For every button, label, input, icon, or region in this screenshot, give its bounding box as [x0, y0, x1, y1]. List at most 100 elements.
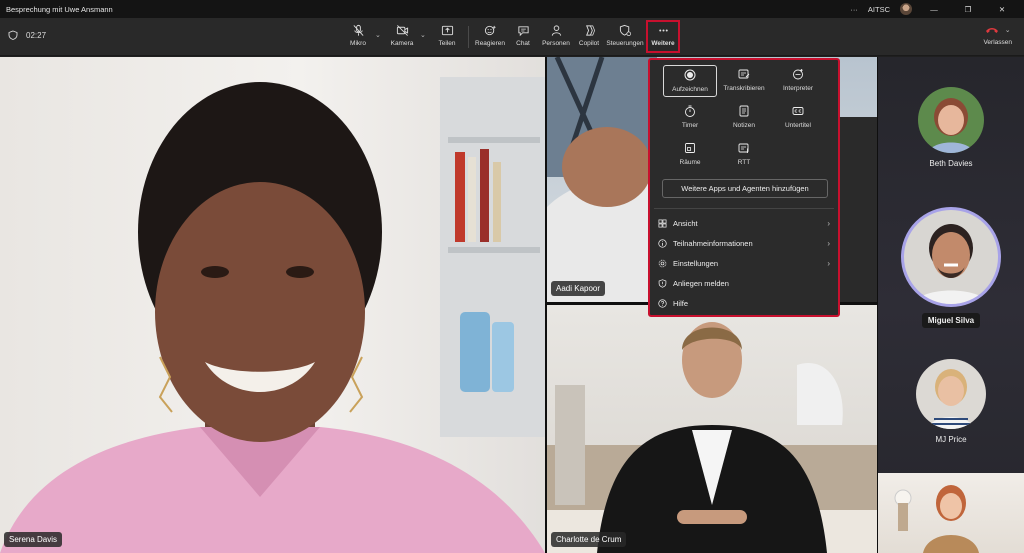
info-icon: [658, 238, 667, 248]
menu-item-rtt[interactable]: RTT: [717, 139, 771, 171]
camera-off-icon: [396, 25, 408, 36]
mic-label: Mikro: [350, 40, 366, 47]
chat-button[interactable]: Chat: [506, 21, 540, 53]
record-icon: [684, 69, 696, 81]
menu-item-rooms[interactable]: Räume: [663, 139, 717, 171]
react-label: Reagieren: [475, 40, 505, 47]
share-button[interactable]: Teilen: [430, 21, 464, 53]
rail-person-beth[interactable]: Beth Davies: [878, 87, 1024, 168]
controls-label: Steuerungen: [606, 40, 644, 47]
chat-bubble-icon: [517, 26, 529, 37]
menu-item-label: Untertitel: [784, 122, 811, 129]
copilot-icon: [585, 25, 595, 36]
timer-icon: [685, 105, 695, 117]
copilot-label: Copilot: [578, 40, 600, 47]
menu-row-info[interactable]: Teilnahmeinformationen ›: [658, 234, 830, 252]
menu-row-view[interactable]: Ansicht ›: [658, 214, 830, 232]
menu-row-settings[interactable]: Einstellungen ›: [658, 254, 830, 272]
mic-button[interactable]: Mikro: [341, 21, 375, 53]
org-label: AITSC: [867, 4, 890, 14]
rooms-icon: [685, 143, 695, 153]
react-button[interactable]: Reagieren: [473, 21, 507, 53]
more-options-icon[interactable]: ···: [850, 5, 858, 14]
title-bar: Besprechung mit Uwe Ansmann ··· AITSC — …: [0, 0, 1024, 18]
elapsed-time: 02:27: [26, 30, 47, 40]
add-apps-button[interactable]: Weitere Apps und Agenten hinzufügen: [662, 179, 828, 198]
minimize-icon[interactable]: —: [922, 5, 946, 14]
rtt-icon: [738, 143, 749, 153]
main-video-tile[interactable]: Serena Davis: [0, 57, 545, 553]
rail-name-miguel: Miguel Silva: [921, 313, 981, 328]
shield-icon: [8, 30, 18, 40]
people-label: Personen: [542, 40, 570, 47]
beth-photo: [928, 98, 974, 153]
menu-item-timer[interactable]: Timer: [663, 102, 717, 134]
camera-label: Kamera: [390, 40, 414, 47]
close-icon[interactable]: ✕: [990, 5, 1014, 14]
interpreter-icon: [793, 69, 803, 80]
report-shield-icon: [658, 278, 667, 288]
menu-row-report[interactable]: Anliegen melden: [658, 274, 830, 292]
menu-item-transcribe[interactable]: Transkribieren: [717, 65, 771, 97]
leave-button[interactable]: ⌄ Verlassen: [983, 24, 1012, 46]
mj-photo: [928, 369, 974, 429]
menu-row-label: Hilfe: [673, 298, 689, 308]
shield-controls-icon: [619, 24, 631, 36]
user-avatar[interactable]: [900, 3, 912, 15]
hang-up-icon: [985, 28, 998, 33]
view-grid-icon: [658, 219, 667, 227]
avatar: [916, 359, 986, 429]
meeting-timer: 02:27: [8, 30, 46, 40]
rail-person-mj[interactable]: MJ Price: [878, 359, 1024, 444]
avatar: [901, 207, 1001, 307]
more-menu: Aufzeichnen Transkribieren Interpreter T…: [648, 58, 840, 317]
leave-options-chevron-icon[interactable]: ⌄: [1005, 26, 1011, 34]
self-view-frame: [894, 485, 979, 553]
participant-name-charlotte: Charlotte de Crum: [551, 532, 627, 547]
menu-item-label: Aufzeichnen: [672, 86, 708, 93]
serena-video-frame: [0, 77, 545, 553]
charlotte-video-tile[interactable]: Charlotte de Crum: [547, 305, 877, 553]
help-icon: [658, 298, 667, 308]
share-label: Teilen: [438, 40, 456, 47]
menu-item-notes[interactable]: Notizen: [717, 102, 771, 134]
window-title: Besprechung mit Uwe Ansmann: [6, 4, 113, 14]
rail-name-beth: Beth Davies: [929, 159, 973, 168]
rail-name-mj: MJ Price: [935, 435, 967, 444]
menu-row-label: Ansicht: [673, 218, 698, 228]
participant-rail: Beth Davies Miguel Silva MJ Price: [878, 57, 1024, 553]
restore-icon[interactable]: ❐: [956, 5, 980, 14]
menu-item-interpreter[interactable]: Interpreter: [771, 65, 825, 97]
rail-person-miguel[interactable]: Miguel Silva: [878, 207, 1024, 328]
camera-button[interactable]: Kamera: [385, 21, 419, 53]
chevron-right-icon: ›: [827, 238, 830, 248]
menu-row-label: Anliegen melden: [673, 278, 729, 288]
self-view-tile[interactable]: [878, 473, 1024, 553]
menu-item-label: Transkribieren: [723, 85, 765, 92]
menu-item-label: Räume: [679, 159, 701, 166]
controls-button[interactable]: Steuerungen: [606, 21, 644, 53]
camera-options-chevron-icon[interactable]: ⌄: [420, 31, 426, 39]
chevron-right-icon: ›: [827, 258, 830, 268]
share-screen-icon: [441, 25, 453, 36]
menu-item-record[interactable]: Aufzeichnen: [663, 65, 717, 97]
mic-off-icon: [353, 24, 363, 36]
menu-row-label: Einstellungen: [673, 258, 719, 268]
chat-label: Chat: [516, 40, 530, 47]
captions-icon: [792, 107, 804, 115]
charlotte-video-frame: [547, 322, 877, 553]
people-icon: [551, 25, 561, 36]
chevron-right-icon: ›: [827, 218, 830, 228]
mic-options-chevron-icon[interactable]: ⌄: [375, 31, 381, 39]
menu-item-captions[interactable]: Untertitel: [771, 102, 825, 134]
copilot-button[interactable]: Copilot: [572, 21, 606, 53]
video-stage: Serena Davis Aadi Kapoor Charlotte de Cr…: [0, 57, 1024, 553]
leave-label: Verlassen: [983, 39, 1012, 46]
menu-row-help[interactable]: Hilfe: [658, 294, 830, 312]
participant-name-main: Serena Davis: [4, 532, 63, 547]
people-button[interactable]: Personen: [539, 21, 573, 53]
menu-item-label: RTT: [737, 159, 751, 166]
menu-item-label: Notizen: [732, 122, 756, 129]
participant-name-aadi: Aadi Kapoor: [551, 281, 606, 296]
menu-item-label: Interpreter: [783, 85, 813, 92]
